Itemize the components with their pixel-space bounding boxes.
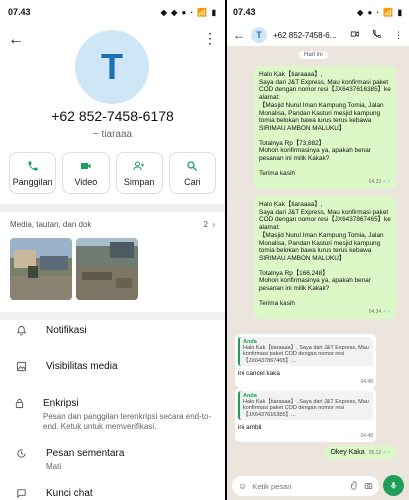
message-list[interactable]: Hari ini Halo Kak【tiaraaaa】, Saya dari J…: [227, 46, 409, 476]
media-title: Media, tautan, dan dok: [10, 220, 92, 229]
encryption-row[interactable]: Enkripsi Pesan dan panggilan terenkripsi…: [14, 398, 215, 432]
incoming-reply-1[interactable]: Anda Halo Kak【tiaraaaa】, Saya dari J&T E…: [235, 334, 376, 389]
outgoing-message-3[interactable]: Okey Kaka 05.12 ✓✓: [325, 446, 396, 459]
save-contact-button[interactable]: Simpan: [115, 152, 163, 194]
contact-info-panel: 07.43 ◆ ◆ ● · 📶 ▮ ← ⋮ T +62 852-7458-617…: [0, 0, 225, 500]
disappearing-title: Pesan sementara: [46, 448, 125, 459]
read-ticks-icon: ✓✓: [382, 450, 391, 456]
reply-text: ini cancel kaka: [238, 370, 280, 378]
chat-lock-title: Kunci chat: [46, 488, 93, 499]
chat-contact-number[interactable]: +62 852-7458-6...: [273, 31, 338, 40]
chat-lock-icon: [14, 488, 28, 500]
call-button[interactable]: Panggilan: [9, 152, 57, 194]
video-icon: [80, 160, 92, 174]
search-button[interactable]: Cari: [168, 152, 216, 194]
contact-phone-number: +62 852-7458-6178: [51, 108, 174, 124]
microphone-button[interactable]: [383, 475, 404, 496]
more-options-icon[interactable]: ⋮: [394, 30, 403, 41]
message-time: 04.33 ✓✓: [368, 179, 391, 186]
lock-icon: [14, 398, 25, 432]
attach-icon[interactable]: [350, 480, 359, 492]
quoted-message[interactable]: Anda Halo Kak【tiaraaaa】, Saya dari J&T E…: [238, 337, 373, 367]
message-time: 04.48: [360, 433, 373, 440]
message-time: 05.12 ✓✓: [368, 450, 391, 456]
search-label: Cari: [184, 176, 201, 187]
status-time: 07.43: [8, 7, 31, 17]
message-time: 04.34 ✓✓: [368, 309, 391, 316]
quote-text: Halo Kak【tiaraaaa】, Saya dari J&T Expres…: [243, 345, 369, 364]
chat-avatar[interactable]: T: [251, 27, 267, 43]
sticker-icon[interactable]: ☺: [238, 481, 247, 491]
disappearing-subtitle: Mati: [46, 462, 62, 471]
outgoing-message-1[interactable]: Halo Kak【tiaraaaa】, Saya dari J&T Expres…: [254, 66, 396, 190]
video-call-icon[interactable]: [350, 29, 360, 41]
chat-panel: 07.43 ◆ ● · 📶 ▮ ← T +62 852-7458-6... ⋮ …: [227, 0, 409, 500]
media-header[interactable]: Media, tautan, dan dok 2 ›: [10, 220, 215, 229]
call-label: Panggilan: [12, 176, 53, 187]
date-chip: Hari ini: [299, 51, 328, 59]
microphone-icon: [390, 482, 397, 489]
timer-icon: [14, 448, 28, 472]
media-visibility-title: Visibilitas media: [46, 361, 118, 372]
video-label: Video: [74, 176, 98, 187]
status-icons-right: ◆ ● · 📶 ▮: [357, 7, 403, 17]
back-arrow-icon[interactable]: ←: [233, 28, 245, 42]
outgoing-message-2[interactable]: Halo Kak【tiaraaaa】, Saya dari J&T Expres…: [254, 196, 396, 320]
encryption-title: Enkripsi: [43, 398, 79, 409]
encryption-subtitle: Pesan dan panggilan terenkripsi secara e…: [43, 412, 212, 431]
contact-actions: Panggilan Video Simpan Cari: [9, 152, 216, 194]
reply-text: ini ambil: [238, 424, 262, 432]
read-ticks-icon: ✓✓: [382, 309, 391, 316]
disappearing-messages-row[interactable]: Pesan sementara Mati: [14, 448, 215, 472]
contact-avatar[interactable]: T: [75, 30, 149, 104]
section-divider-2: [0, 312, 225, 320]
save-contact-label: Simpan: [123, 176, 155, 187]
notifications-title: Notifikasi: [46, 325, 87, 336]
back-arrow-icon[interactable]: ←: [8, 31, 24, 49]
message-input[interactable]: [252, 481, 345, 491]
media-visibility-row[interactable]: Visibilitas media: [14, 361, 215, 375]
media-thumbnail-2[interactable]: [76, 238, 138, 300]
media-thumbnail-1[interactable]: [10, 238, 72, 300]
voice-call-icon[interactable]: [372, 29, 382, 41]
status-bar: 07.43 ◆ ◆ ● · 📶 ▮: [0, 0, 225, 24]
message-time: 04.48: [360, 379, 373, 386]
message-composer: ☺: [232, 476, 379, 496]
read-ticks-icon: ✓✓: [382, 179, 391, 186]
bell-icon: [14, 325, 28, 339]
section-divider: [0, 204, 225, 212]
camera-icon[interactable]: [364, 481, 373, 492]
video-button[interactable]: Video: [62, 152, 110, 194]
message-text: Okey Kaka: [330, 449, 365, 456]
status-time-right: 07.43: [233, 7, 256, 17]
search-icon: [186, 160, 198, 174]
quoted-message[interactable]: Anda Halo Kak【tiaraaaa】, Saya dari J&T E…: [238, 391, 373, 421]
chat-header: ← T +62 852-7458-6... ⋮: [227, 24, 409, 46]
status-icons: ◆ ◆ ● · 📶 ▮: [160, 7, 217, 17]
media-count: 2 ›: [203, 220, 215, 229]
add-contact-icon: [133, 160, 145, 174]
notifications-row[interactable]: Notifikasi: [14, 325, 215, 339]
status-bar-right: 07.43 ◆ ● · 📶 ▮: [227, 0, 409, 24]
more-options-icon[interactable]: ⋮: [203, 30, 217, 47]
chat-lock-row[interactable]: Kunci chat: [14, 488, 215, 500]
incoming-reply-2[interactable]: Anda Halo Kak【tiaraaaa】, Saya dari J&T E…: [235, 388, 376, 443]
quote-text: Halo Kak【tiaraaaa】, Saya dari J&T Expres…: [243, 399, 369, 418]
contact-nickname: ~ tiaraaa: [92, 129, 133, 140]
image-icon: [14, 361, 28, 375]
phone-icon: [27, 160, 39, 174]
